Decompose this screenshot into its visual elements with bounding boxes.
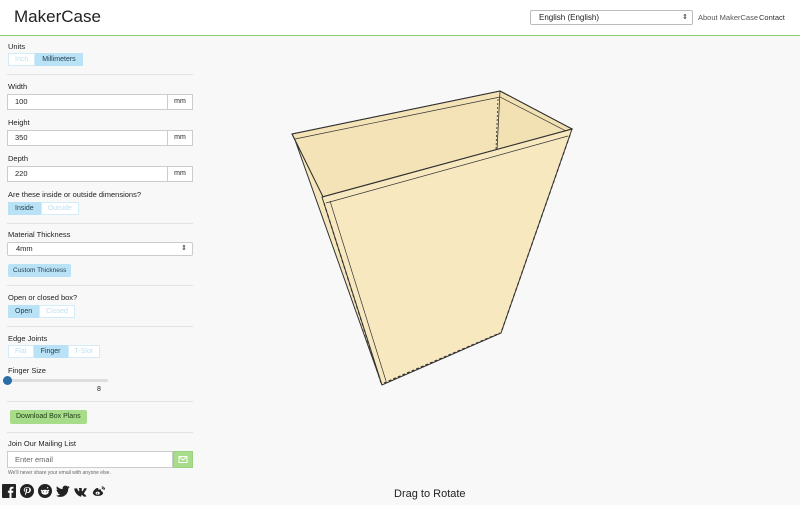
- dimension-outside-button[interactable]: Outside: [40, 202, 79, 215]
- nav-about-link[interactable]: About MakerCase: [698, 13, 758, 22]
- drag-to-rotate-hint: Drag to Rotate: [394, 488, 466, 500]
- email-submit-button[interactable]: [173, 451, 193, 468]
- brand-title[interactable]: MakerCase: [14, 7, 101, 27]
- facebook-icon[interactable]: [2, 484, 16, 498]
- depth-input[interactable]: 220: [7, 166, 168, 182]
- thickness-select[interactable]: 4mm ⇕: [7, 242, 193, 256]
- dimension-toggle: Inside Outside: [8, 202, 79, 215]
- width-input[interactable]: 100: [7, 94, 168, 110]
- dimension-inside-button[interactable]: Inside: [8, 202, 41, 215]
- envelope-icon: [178, 456, 188, 463]
- social-links: [2, 484, 106, 498]
- pinterest-icon[interactable]: [20, 484, 34, 498]
- units-millimeters-button[interactable]: Millimeters: [35, 53, 83, 66]
- depth-unit: mm: [168, 166, 193, 182]
- box-3d-viewer[interactable]: [200, 37, 800, 505]
- twitter-icon[interactable]: [56, 484, 70, 498]
- edge-flat-button[interactable]: Flat: [8, 345, 34, 358]
- nav-contact-link[interactable]: Contact: [759, 13, 785, 22]
- finger-size-slider-track[interactable]: [8, 379, 108, 382]
- select-caret-icon: ⇕: [682, 14, 688, 21]
- depth-label: Depth: [8, 154, 29, 163]
- edge-finger-button[interactable]: Finger: [33, 345, 68, 358]
- vk-icon[interactable]: [74, 484, 88, 498]
- box-question: Open or closed box?: [8, 293, 78, 302]
- height-label: Height: [8, 118, 30, 127]
- divider: [7, 326, 193, 327]
- divider: [7, 432, 193, 433]
- language-select[interactable]: English (English) ⇕: [530, 10, 693, 25]
- divider: [7, 285, 193, 286]
- width-label: Width: [8, 82, 28, 91]
- dimension-question: Are these inside or outside dimensions?: [8, 190, 141, 199]
- finger-size-slider-thumb[interactable]: [3, 376, 12, 385]
- edge-joints-label: Edge Joints: [8, 334, 48, 343]
- height-input[interactable]: 350: [7, 130, 168, 146]
- thickness-value: 4mm: [16, 244, 33, 253]
- mailing-list-label: Join Our Mailing List: [8, 439, 76, 448]
- units-toggle: Inch Millimeters: [8, 53, 83, 66]
- email-input[interactable]: Enter email: [7, 451, 173, 468]
- edge-joints-toggle: Flat Finger T-Slot: [8, 345, 100, 358]
- settings-sidebar: Units Inch Millimeters Width 100 mm Heig…: [0, 37, 200, 505]
- height-unit: mm: [168, 130, 193, 146]
- box-closed-button[interactable]: Closed: [39, 305, 75, 318]
- finger-size-value: 8: [97, 386, 101, 393]
- edge-tslot-button[interactable]: T-Slot: [67, 345, 100, 358]
- box-toggle: Open Closed: [8, 305, 75, 318]
- top-navbar: MakerCase English (English) ⇕ About Make…: [0, 0, 800, 36]
- select-caret-icon: ⇕: [181, 245, 187, 252]
- width-unit: mm: [168, 94, 193, 110]
- units-label: Units: [8, 42, 26, 51]
- divider: [7, 223, 193, 224]
- box-open-button[interactable]: Open: [8, 305, 40, 318]
- finger-size-label: Finger Size: [8, 366, 46, 375]
- divider: [7, 74, 193, 75]
- custom-thickness-button[interactable]: Custom Thickness: [8, 264, 72, 277]
- download-box-plans-button[interactable]: Download Box Plans: [10, 410, 87, 424]
- units-inch-button[interactable]: Inch: [8, 53, 36, 66]
- divider: [7, 401, 193, 402]
- weibo-icon[interactable]: [92, 484, 106, 498]
- reddit-icon[interactable]: [38, 484, 52, 498]
- language-value: English (English): [539, 13, 600, 22]
- thickness-label: Material Thickness: [8, 230, 71, 239]
- email-help-text: We'll never share your email with anyone…: [8, 470, 111, 476]
